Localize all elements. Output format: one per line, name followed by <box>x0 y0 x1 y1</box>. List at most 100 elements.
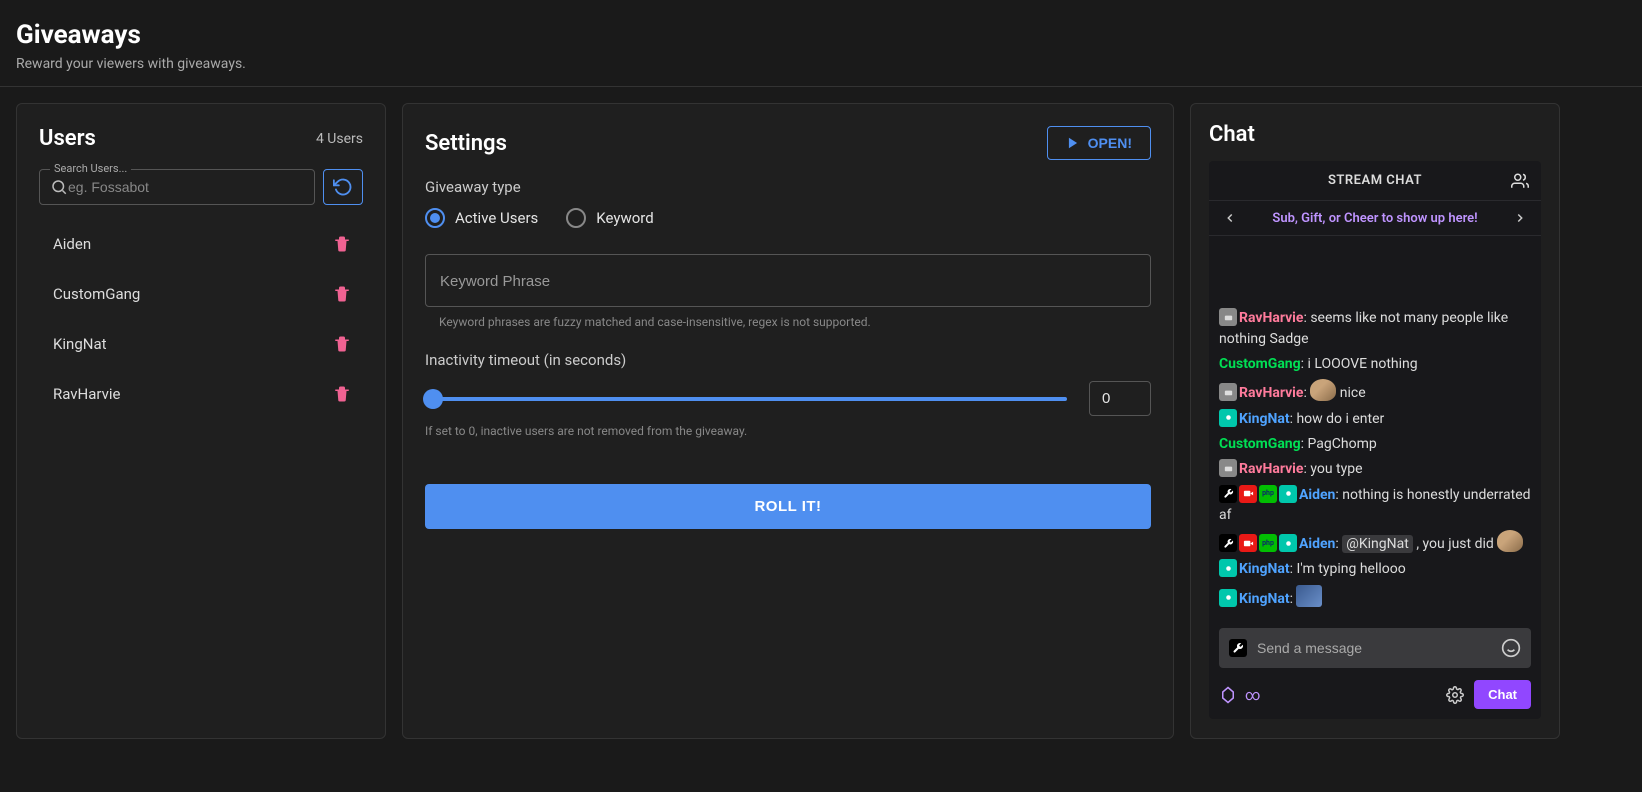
users-count: 4 Users <box>316 131 363 147</box>
chat-message-input[interactable] <box>1257 640 1493 656</box>
chat-message: RavHarvie: you type <box>1219 459 1531 479</box>
chat-banner: Sub, Gift, or Cheer to show up here! <box>1209 201 1541 236</box>
cam-badge-icon <box>1239 485 1257 503</box>
chat-message: KingNat: <box>1219 585 1531 609</box>
trash-icon <box>333 285 351 303</box>
inactivity-value-input[interactable] <box>1089 381 1151 416</box>
emote-face-icon <box>1497 530 1523 552</box>
keyword-help: Keyword phrases are fuzzy matched and ca… <box>425 315 1151 329</box>
php-badge-icon: php <box>1259 485 1277 503</box>
gray-badge-icon <box>1219 459 1237 477</box>
chat-box: STREAM CHAT Sub, Gift, or Cheer to show … <box>1209 161 1541 719</box>
open-button-label: OPEN! <box>1088 135 1132 151</box>
emote-picker-button[interactable] <box>1501 638 1521 658</box>
trash-icon <box>333 235 351 253</box>
teal-badge-icon <box>1279 534 1297 552</box>
users-panel: Users 4 Users Search Users... AidenCusto… <box>16 103 386 739</box>
channel-points-icon[interactable] <box>1219 686 1237 704</box>
banner-next-button[interactable] <box>1509 209 1531 227</box>
users-title: Users <box>39 126 96 151</box>
inactivity-slider[interactable] <box>425 397 1067 401</box>
search-field[interactable]: Search Users... <box>39 169 315 205</box>
emote-shark-icon <box>1296 585 1322 607</box>
chat-username[interactable]: RavHarvie <box>1239 310 1303 326</box>
remove-user-button[interactable] <box>329 331 355 357</box>
chat-message-text: i LOOOVE nothing <box>1308 356 1418 372</box>
gray-badge-icon <box>1219 308 1237 326</box>
chat-settings-button[interactable] <box>1446 686 1464 704</box>
users-list-button[interactable] <box>1511 172 1529 190</box>
chat-identity-badge[interactable] <box>1229 639 1247 657</box>
chat-username[interactable]: KingNat <box>1239 411 1290 427</box>
chat-username[interactable]: KingNat <box>1239 591 1290 607</box>
chat-input-row[interactable] <box>1219 628 1531 668</box>
page-subtitle: Reward your viewers with giveaways. <box>16 56 1626 72</box>
slider-thumb[interactable] <box>423 389 443 409</box>
user-row: RavHarvie <box>39 369 363 419</box>
chat-mention[interactable]: @KingNat <box>1342 535 1413 553</box>
channel-points-value: ∞ <box>1245 686 1260 704</box>
open-button[interactable]: OPEN! <box>1047 126 1151 160</box>
user-name: CustomGang <box>53 285 140 303</box>
chat-message-text: PagChomp <box>1308 436 1377 452</box>
chat-username[interactable]: Aiden <box>1299 487 1335 503</box>
chat-title: Chat <box>1209 122 1541 147</box>
play-icon <box>1066 136 1080 150</box>
page-header: Giveaways Reward your viewers with givea… <box>0 0 1642 87</box>
chat-message-text: you type <box>1310 461 1362 477</box>
smile-icon <box>1501 638 1521 658</box>
radio-keyword[interactable]: Keyword <box>566 208 653 228</box>
roll-button[interactable]: ROLL IT! <box>425 484 1151 529</box>
banner-text: Sub, Gift, or Cheer to show up here! <box>1241 211 1509 226</box>
inactivity-help: If set to 0, inactive users are not remo… <box>425 424 1151 438</box>
chat-messages[interactable]: RavHarvie: seems like not many people li… <box>1209 236 1541 622</box>
remove-user-button[interactable] <box>329 281 355 307</box>
teal-badge-icon <box>1219 559 1237 577</box>
wrench-badge-icon <box>1219 485 1237 503</box>
chat-header: STREAM CHAT <box>1209 161 1541 201</box>
chat-username[interactable]: Aiden <box>1299 536 1335 552</box>
chat-message-text: how do i enter <box>1296 411 1384 427</box>
chat-username[interactable]: RavHarvie <box>1239 385 1303 401</box>
chat-message: CustomGang: PagChomp <box>1219 434 1531 454</box>
chat-username[interactable]: CustomGang <box>1219 436 1301 452</box>
teal-badge-icon <box>1219 409 1237 427</box>
user-name: KingNat <box>53 335 107 353</box>
chat-message: KingNat: how do i enter <box>1219 409 1531 429</box>
chat-message-text: , you just did <box>1416 536 1493 552</box>
keyword-input[interactable] <box>440 273 1136 290</box>
radio-keyword-label: Keyword <box>596 209 653 227</box>
chat-send-button[interactable]: Chat <box>1474 680 1531 709</box>
reset-button[interactable] <box>323 169 363 205</box>
radio-active-label: Active Users <box>455 209 538 227</box>
chat-message: RavHarvie: nice <box>1219 379 1531 403</box>
settings-panel: Settings OPEN! Giveaway type Active User… <box>402 103 1174 739</box>
chat-username[interactable]: KingNat <box>1239 561 1290 577</box>
gray-badge-icon <box>1219 383 1237 401</box>
giveaway-type-label: Giveaway type <box>425 178 1151 196</box>
remove-user-button[interactable] <box>329 231 355 257</box>
trash-icon <box>333 385 351 403</box>
users-icon <box>1511 172 1529 190</box>
search-icon <box>50 178 68 196</box>
trash-icon <box>333 335 351 353</box>
search-input[interactable] <box>68 179 304 195</box>
chat-username[interactable]: RavHarvie <box>1239 461 1303 477</box>
remove-user-button[interactable] <box>329 381 355 407</box>
chat-panel: Chat STREAM CHAT Sub, Gift, or Cheer to … <box>1190 103 1560 739</box>
chat-message-text: I'm typing hellooo <box>1296 561 1405 577</box>
settings-title: Settings <box>425 131 507 156</box>
chevron-right-icon <box>1513 211 1527 225</box>
radio-active-users[interactable]: Active Users <box>425 208 538 228</box>
banner-prev-button[interactable] <box>1219 209 1241 227</box>
search-label: Search Users... <box>50 162 131 175</box>
keyword-field[interactable] <box>425 254 1151 307</box>
user-row: CustomGang <box>39 269 363 319</box>
chat-message: KingNat: I'm typing hellooo <box>1219 559 1531 579</box>
chevron-left-icon <box>1223 211 1237 225</box>
page-title: Giveaways <box>16 20 1626 50</box>
wrench-icon <box>1232 642 1244 654</box>
user-name: RavHarvie <box>53 385 121 403</box>
teal-badge-icon <box>1279 485 1297 503</box>
chat-username[interactable]: CustomGang <box>1219 356 1301 372</box>
